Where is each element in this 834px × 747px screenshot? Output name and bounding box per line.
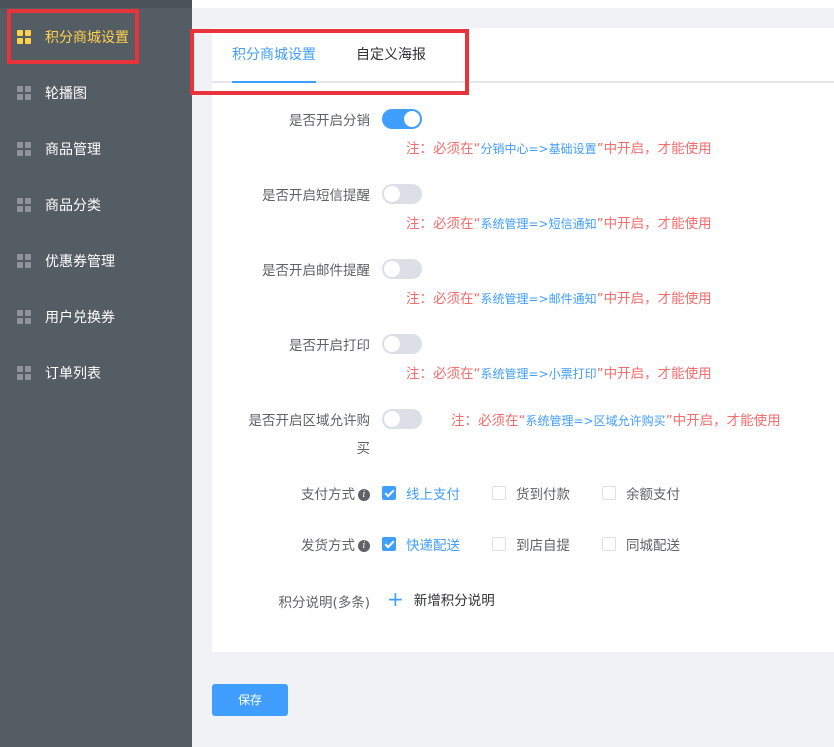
plus-icon: + xyxy=(387,587,404,611)
grid-icon xyxy=(17,198,31,212)
payment-balance-checkbox[interactable]: 余额支付 xyxy=(602,483,680,503)
region-switch[interactable] xyxy=(382,409,422,429)
points-desc-label: 积分说明(多条) xyxy=(278,595,370,611)
payment-online-checkbox[interactable]: 线上支付 xyxy=(382,483,460,503)
add-points-desc-button[interactable]: + 新增积分说明 xyxy=(387,589,495,609)
region-note-link: 系统管理=>区域允许购买 xyxy=(525,414,666,428)
main-top-bar xyxy=(192,0,834,8)
sidebar-item-label: 商品分类 xyxy=(45,198,101,214)
sidebar-item-orders[interactable]: 订单列表 xyxy=(0,345,192,401)
checkbox-box xyxy=(382,537,396,551)
sidebar-item-carousel[interactable]: 轮播图 xyxy=(0,65,192,121)
region-note: 注：必须在“系统管理=>区域允许购买”中开启，才能使用 xyxy=(451,413,781,429)
sms-label: 是否开启短信提醒 xyxy=(262,188,370,204)
print-note: 注：必须在“系统管理=>小票打印”中开启，才能使用 xyxy=(406,366,712,382)
sms-note-link: 系统管理=>短信通知 xyxy=(480,217,597,231)
sidebar-item-user-vouchers[interactable]: 用户兑换券 xyxy=(0,289,192,345)
distribution-note: 注：必须在“分销中心=>基础设置”中开启，才能使用 xyxy=(406,141,712,157)
checkbox-box xyxy=(602,486,616,500)
info-icon[interactable]: i xyxy=(358,540,370,552)
region-label-line2: 买 xyxy=(356,441,371,457)
delivery-express-checkbox[interactable]: 快递配送 xyxy=(382,534,460,554)
distribution-switch[interactable] xyxy=(382,109,422,129)
grid-icon xyxy=(17,254,31,268)
sidebar-item-label: 轮播图 xyxy=(45,86,87,102)
tab-points-mall-settings[interactable]: 积分商城设置 xyxy=(232,28,316,83)
sidebar-item-label: 积分商城设置 xyxy=(45,30,129,46)
payment-label: 支付方式 i xyxy=(200,483,370,503)
checkbox-box xyxy=(492,537,506,551)
sidebar-item-label: 商品管理 xyxy=(45,142,101,158)
payment-cod-checkbox[interactable]: 货到付款 xyxy=(492,483,570,503)
grid-icon xyxy=(17,310,31,324)
tab-custom-poster[interactable]: 自定义海报 xyxy=(356,28,426,83)
sidebar-top-bar xyxy=(0,0,192,8)
checkbox-box xyxy=(382,486,396,500)
print-label: 是否开启打印 xyxy=(289,338,370,354)
email-switch[interactable] xyxy=(382,259,422,279)
email-label: 是否开启邮件提醒 xyxy=(262,263,370,279)
sidebar-item-label: 用户兑换券 xyxy=(45,310,115,326)
grid-icon xyxy=(17,86,31,100)
region-label: 是否开启区域允许购 xyxy=(248,413,371,429)
sidebar-item-coupons[interactable]: 优惠券管理 xyxy=(0,233,192,289)
tab-bar: 积分商城设置 自定义海报 xyxy=(212,28,834,83)
sidebar-item-categories[interactable]: 商品分类 xyxy=(0,177,192,233)
delivery-pickup-checkbox[interactable]: 到店自提 xyxy=(492,534,570,554)
info-icon[interactable]: i xyxy=(358,489,370,501)
tab-active-indicator xyxy=(232,81,316,83)
grid-icon xyxy=(17,142,31,156)
delivery-label: 发货方式 i xyxy=(200,534,370,554)
sidebar-item-points-mall-settings[interactable]: 积分商城设置 xyxy=(0,9,192,65)
email-note: 注：必须在“系统管理=>邮件通知”中开启，才能使用 xyxy=(406,291,712,307)
sidebar-item-label: 订单列表 xyxy=(45,366,101,382)
checkbox-box xyxy=(602,537,616,551)
email-note-link: 系统管理=>邮件通知 xyxy=(480,292,597,306)
sidebar: 积分商城设置 轮播图 商品管理 商品分类 优惠券管理 用户兑换券 订单列表 xyxy=(0,0,192,747)
print-note-link: 系统管理=>小票打印 xyxy=(480,367,597,381)
grid-icon xyxy=(17,366,31,380)
distribution-label: 是否开启分销 xyxy=(289,113,370,129)
print-switch[interactable] xyxy=(382,334,422,354)
grid-icon xyxy=(17,30,31,44)
save-button[interactable]: 保存 xyxy=(212,684,288,716)
settings-card: 积分商城设置 自定义海报 是否开启分销 注：必须在“分销中心=>基础设置”中开启… xyxy=(212,28,834,652)
sms-note: 注：必须在“系统管理=>短信通知”中开启，才能使用 xyxy=(406,216,712,232)
checkbox-box xyxy=(492,486,506,500)
delivery-local-checkbox[interactable]: 同城配送 xyxy=(602,534,680,554)
sidebar-item-label: 优惠券管理 xyxy=(45,254,115,270)
sms-switch[interactable] xyxy=(382,184,422,204)
distribution-note-link: 分销中心=>基础设置 xyxy=(480,142,597,156)
sidebar-item-products[interactable]: 商品管理 xyxy=(0,121,192,177)
